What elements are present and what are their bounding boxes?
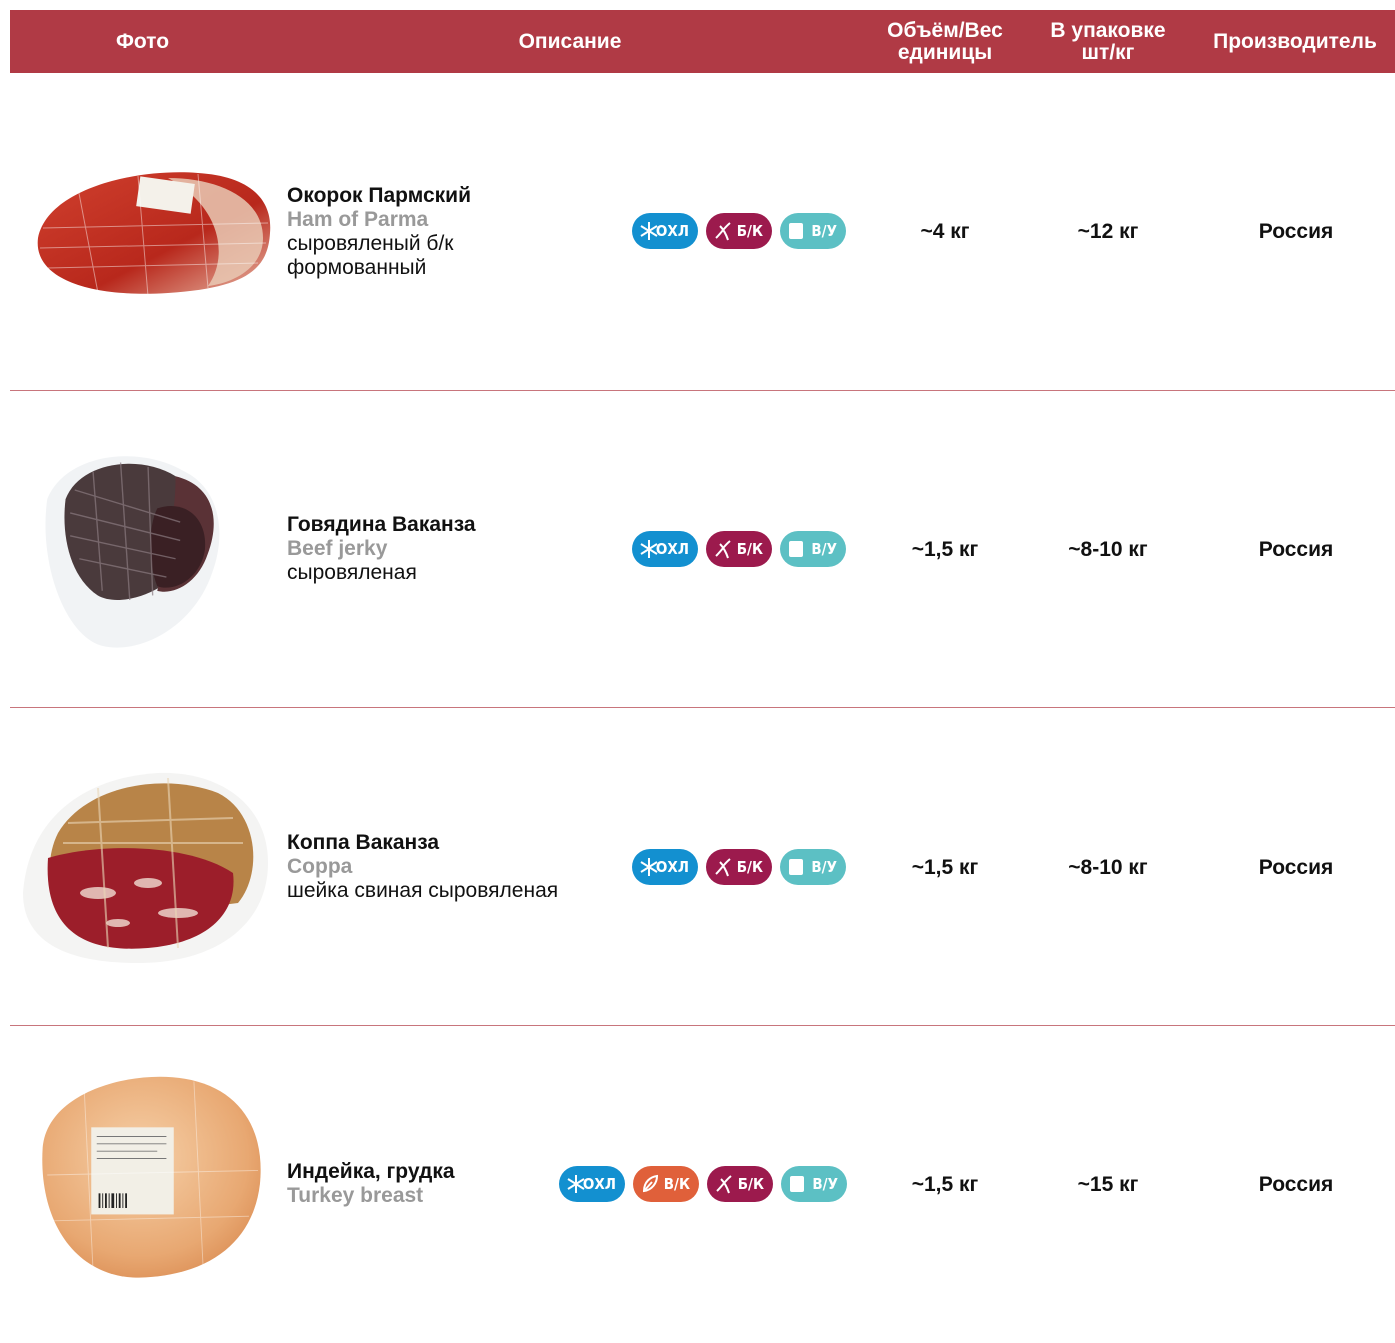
- pack-weight: ~8-10 кг: [1068, 856, 1148, 879]
- product-photo-turkey-breast: [42, 1076, 261, 1278]
- header-weight: Объём/Вес единицы: [865, 10, 1025, 73]
- product-photo-beef-jerky: [45, 456, 220, 648]
- bk-icon: Б/К: [707, 1166, 773, 1202]
- unit-weight: ~1,5 кг: [911, 856, 979, 879]
- product-name-en: Turkey breast: [287, 1184, 424, 1207]
- unit-weight: ~1,5 кг: [911, 1173, 979, 1196]
- product-name-en: Coppa: [287, 855, 353, 878]
- product-description: Индейка, грудка Turkey breast: [287, 1160, 455, 1208]
- vu-icon: В/У: [780, 849, 846, 885]
- table-row: Индейка, грудка Turkey breast ОХЛ В/К Б/…: [0, 1025, 1395, 1343]
- vu-icon: В/У: [780, 213, 846, 249]
- product-note: сыровяленая: [287, 561, 417, 584]
- vu-icon: В/У: [780, 531, 846, 567]
- table-row: Коппа Ваканза Coppa шейка свиная сыровял…: [0, 708, 1395, 1026]
- header-pack: В упаковке шт/кг: [1028, 10, 1188, 73]
- unit-weight: ~4 кг: [920, 220, 970, 243]
- pack-weight: ~15 кг: [1077, 1173, 1139, 1196]
- header-weight-line2: единицы: [897, 40, 993, 64]
- table-row: Говядина Ваканза Beef jerky сыровяленая …: [0, 390, 1395, 708]
- header-pack-line1: В упаковке: [1050, 18, 1166, 42]
- ohl-icon: ОХЛ: [559, 1166, 625, 1202]
- badge-group: ОХЛ Б/К В/У: [632, 849, 846, 885]
- table-header: Фото Описание Объём/Вес единицы В упаков…: [10, 10, 1395, 73]
- ohl-icon: ОХЛ: [632, 849, 698, 885]
- unit-weight: ~1,5 кг: [911, 538, 979, 561]
- product-name-en: Beef jerky: [287, 537, 388, 560]
- producer: Россия: [1258, 1173, 1334, 1196]
- header-description: Описание: [518, 29, 622, 53]
- table-row: Окорок Пармский Ham of Parma сыровяленый…: [0, 73, 1395, 391]
- product-note: шейка свиная сыровяленая: [287, 879, 559, 902]
- producer: Россия: [1258, 538, 1334, 561]
- bk-icon: Б/К: [706, 849, 772, 885]
- product-note: сыровяленый б/к: [287, 232, 454, 255]
- badge-group: ОХЛ В/К Б/К В/У: [559, 1166, 847, 1202]
- header-producer: Производитель: [1213, 29, 1377, 53]
- product-photo-coppa: [23, 772, 268, 963]
- product-name-ru: Коппа Ваканза: [287, 831, 440, 854]
- ohl-icon: ОХЛ: [632, 531, 698, 567]
- product-note: формованный: [287, 256, 427, 279]
- ohl-icon: ОХЛ: [632, 213, 698, 249]
- product-description: Говядина Ваканза Beef jerky сыровяленая: [287, 513, 476, 585]
- product-name-ru: Говядина Ваканза: [287, 513, 476, 536]
- bk-icon: Б/К: [706, 531, 772, 567]
- product-name-ru: Окорок Пармский: [287, 184, 471, 207]
- product-description: Коппа Ваканза Coppa шейка свиная сыровял…: [287, 831, 558, 903]
- header-photo: Фото: [115, 29, 170, 53]
- header-weight-line1: Объём/Вес: [887, 18, 1003, 42]
- header-pack-line2: шт/кг: [1081, 40, 1135, 64]
- product-name-en: Ham of Parma: [287, 208, 429, 231]
- pack-weight: ~8-10 кг: [1068, 538, 1148, 561]
- product-description: Окорок Пармский Ham of Parma сыровяленый…: [287, 184, 471, 280]
- producer: Россия: [1258, 856, 1334, 879]
- bk-icon: Б/К: [706, 213, 772, 249]
- product-name-ru: Индейка, грудка: [287, 1160, 455, 1183]
- producer: Россия: [1258, 220, 1334, 243]
- product-photo-parma-ham: [37, 172, 271, 297]
- vu-icon: В/У: [781, 1166, 847, 1202]
- pack-weight: ~12 кг: [1077, 220, 1139, 243]
- badge-group: ОХЛ Б/К В/У: [632, 531, 846, 567]
- vk-icon: В/К: [633, 1166, 699, 1202]
- badge-group: ОХЛ Б/К В/У: [632, 213, 846, 249]
